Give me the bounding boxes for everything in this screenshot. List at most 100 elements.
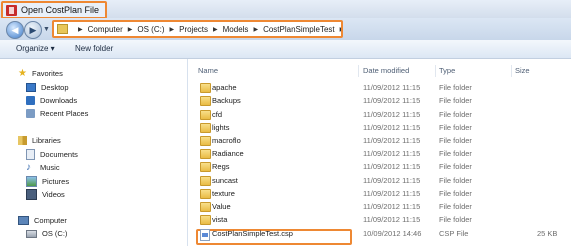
file-name: Radiance bbox=[212, 149, 244, 158]
breadcrumb-drive[interactable]: OS (C:) bbox=[137, 25, 164, 34]
chevron-right-icon[interactable]: ▶ bbox=[253, 26, 258, 33]
file-name: apache bbox=[212, 83, 237, 92]
breadcrumb-computer[interactable]: Computer bbox=[88, 25, 123, 34]
file-row-cfd[interactable]: cfd 11/09/2012 11:15 File folder bbox=[188, 109, 571, 122]
sidebar-item-pictures[interactable]: Pictures bbox=[26, 176, 69, 187]
file-type: File folder bbox=[439, 215, 472, 224]
column-header-type[interactable]: Type bbox=[439, 66, 455, 75]
file-row-costplansimpletest[interactable]: CostPlanSimpleTest.csp 10/09/2012 14:46 … bbox=[188, 228, 571, 245]
file-date: 11/09/2012 11:15 bbox=[363, 110, 421, 119]
file-row-backups[interactable]: Backups 11/09/2012 11:15 File folder bbox=[188, 95, 571, 108]
file-row-texture[interactable]: texture 11/09/2012 11:15 File folder bbox=[188, 188, 571, 201]
address-bar[interactable]: ▶ Computer ▶ OS (C:) ▶ Projects ▶ Models… bbox=[52, 20, 343, 38]
file-date: 11/09/2012 11:15 bbox=[363, 176, 421, 185]
file-row-apache[interactable]: apache 11/09/2012 11:15 File folder bbox=[188, 82, 571, 95]
recent-places-icon bbox=[26, 109, 35, 118]
libraries-icon bbox=[18, 136, 27, 145]
chevron-right-icon[interactable]: ▶ bbox=[78, 26, 83, 33]
file-type: File folder bbox=[439, 202, 472, 211]
drive-icon bbox=[26, 229, 37, 238]
pictures-icon bbox=[26, 176, 37, 187]
file-type: File folder bbox=[439, 96, 472, 105]
file-row-value[interactable]: Value 11/09/2012 11:15 File folder bbox=[188, 201, 571, 214]
file-row-macroflo[interactable]: macroflo 11/09/2012 11:15 File folder bbox=[188, 135, 571, 148]
sidebar-label: Music bbox=[40, 163, 60, 172]
column-divider[interactable] bbox=[435, 65, 436, 77]
sidebar-item-libraries[interactable]: Libraries bbox=[18, 136, 61, 145]
file-type: File folder bbox=[439, 110, 472, 119]
sidebar-item-videos[interactable]: Videos bbox=[26, 189, 65, 200]
desktop-icon bbox=[26, 83, 36, 92]
folder-icon bbox=[200, 96, 211, 106]
navigation-pane: ★ Favorites Desktop Downloads Recent Pla… bbox=[0, 59, 188, 246]
chevron-right-icon[interactable]: ▶ bbox=[340, 26, 341, 33]
file-list: Name Date modified Type Size apache 11/0… bbox=[188, 59, 571, 246]
file-type: File folder bbox=[439, 136, 472, 145]
new-folder-button[interactable]: New folder bbox=[75, 44, 113, 53]
chevron-right-icon[interactable]: ▶ bbox=[169, 26, 174, 33]
file-name: vista bbox=[212, 215, 228, 224]
documents-icon bbox=[26, 149, 35, 160]
file-name: lights bbox=[212, 123, 230, 132]
file-date: 11/09/2012 11:15 bbox=[363, 123, 421, 132]
csp-file-icon bbox=[200, 229, 210, 241]
file-type: CSP File bbox=[439, 229, 469, 238]
music-icon: ♪ bbox=[26, 162, 31, 173]
folder-icon bbox=[200, 215, 211, 225]
file-date: 11/09/2012 11:15 bbox=[363, 149, 421, 158]
sidebar-label: Pictures bbox=[42, 177, 70, 186]
column-divider[interactable] bbox=[511, 65, 512, 77]
recent-pages-dropdown-icon[interactable]: ▼ bbox=[43, 26, 50, 33]
file-type: File folder bbox=[439, 83, 472, 92]
column-header-size[interactable]: Size bbox=[515, 66, 530, 75]
sidebar-item-documents[interactable]: Documents bbox=[26, 149, 78, 160]
sidebar-label: Libraries bbox=[32, 136, 61, 145]
breadcrumb-costplansimpletest[interactable]: CostPlanSimpleTest bbox=[263, 25, 335, 34]
sidebar-item-os-drive[interactable]: OS (C:) bbox=[26, 229, 67, 238]
file-name: suncast bbox=[212, 176, 238, 185]
window-title-highlight: Open CostPlan File bbox=[1, 1, 108, 19]
navigation-bar: ◀ ▶ ▼ ▶ Computer ▶ OS (C:) ▶ Projects ▶ … bbox=[0, 18, 571, 40]
breadcrumb-models[interactable]: Models bbox=[223, 25, 249, 34]
folder-icon bbox=[200, 123, 211, 133]
organize-button[interactable]: Organize ▾ bbox=[16, 44, 55, 53]
sidebar-item-favorites[interactable]: ★ Favorites bbox=[18, 69, 63, 79]
file-type: File folder bbox=[439, 176, 472, 185]
folder-icon bbox=[200, 83, 211, 93]
breadcrumb-projects[interactable]: Projects bbox=[179, 25, 208, 34]
file-size: 25 KB bbox=[537, 229, 558, 238]
computer-icon bbox=[18, 216, 29, 225]
sidebar-item-computer[interactable]: Computer bbox=[18, 216, 67, 225]
chevron-right-icon[interactable]: ▶ bbox=[128, 26, 133, 33]
sidebar-item-downloads[interactable]: Downloads bbox=[26, 96, 77, 105]
file-name: cfd bbox=[212, 110, 223, 119]
file-row-vista[interactable]: vista 11/09/2012 11:15 File folder bbox=[188, 214, 571, 227]
folder-icon bbox=[200, 110, 211, 120]
file-name: Value bbox=[212, 202, 231, 211]
file-name: Regs bbox=[212, 162, 230, 171]
file-row-suncast[interactable]: suncast 11/09/2012 11:15 File folder bbox=[188, 175, 571, 188]
sidebar-item-music[interactable]: ♪ Music bbox=[26, 162, 60, 173]
sidebar-item-recent-places[interactable]: Recent Places bbox=[26, 109, 88, 118]
chevron-right-icon[interactable]: ▶ bbox=[213, 26, 218, 33]
folder-icon bbox=[200, 202, 211, 212]
back-arrow-icon[interactable]: ◀ bbox=[6, 21, 24, 39]
sidebar-label: Favorites bbox=[32, 69, 63, 78]
file-row-regs[interactable]: Regs 11/09/2012 11:15 File folder bbox=[188, 161, 571, 174]
sidebar-label: Videos bbox=[42, 190, 65, 199]
file-date: 11/09/2012 11:15 bbox=[363, 96, 421, 105]
file-row-radiance[interactable]: Radiance 11/09/2012 11:15 File folder bbox=[188, 148, 571, 161]
column-header-name[interactable]: Name bbox=[198, 66, 218, 75]
file-date: 11/09/2012 11:15 bbox=[363, 136, 421, 145]
column-divider[interactable] bbox=[358, 65, 359, 77]
command-toolbar: Organize ▾ New folder bbox=[0, 40, 571, 59]
folder-icon bbox=[200, 149, 211, 159]
column-header-date-modified[interactable]: Date modified bbox=[363, 66, 409, 75]
file-row-lights[interactable]: lights 11/09/2012 11:15 File folder bbox=[188, 122, 571, 135]
sidebar-label: OS (C:) bbox=[42, 229, 68, 238]
forward-arrow-icon[interactable]: ▶ bbox=[24, 21, 42, 39]
sidebar-item-desktop[interactable]: Desktop bbox=[26, 83, 69, 92]
folder-icon bbox=[57, 24, 68, 34]
file-name: CostPlanSimpleTest.csp bbox=[212, 229, 293, 238]
folder-icon bbox=[200, 189, 211, 199]
